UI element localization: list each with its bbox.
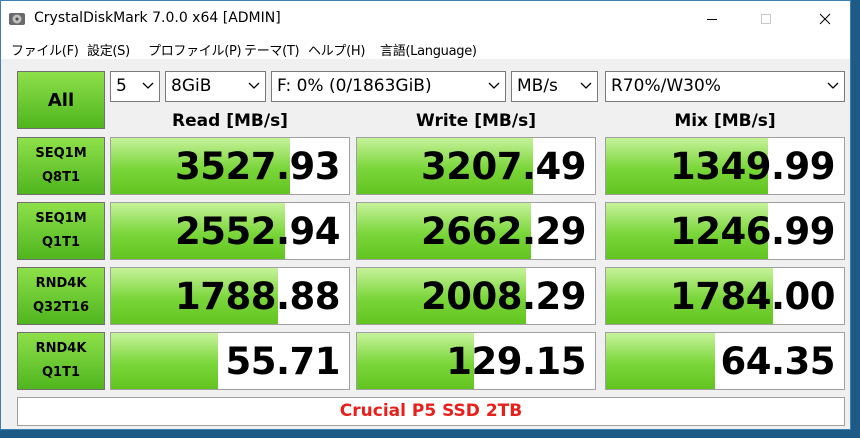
- menu-profile[interactable]: プロファイル(P): [148, 40, 242, 59]
- comment-field[interactable]: Crucial P5 SSD 2TB: [17, 397, 845, 426]
- result-cell-mix: 1784.00: [605, 267, 845, 325]
- desktop-background: [851, 0, 860, 438]
- desktop-background-bottom: [0, 430, 860, 438]
- test-label-line1: RND4K: [35, 276, 87, 291]
- test-button-seq1m-q8t1[interactable]: SEQ1M Q8T1: [17, 137, 105, 195]
- unit-select[interactable]: MB/s: [511, 71, 598, 102]
- menu-settings[interactable]: 設定(S): [87, 40, 130, 59]
- test-size-select[interactable]: 8GiB: [165, 71, 266, 102]
- test-button-rnd4k-q32t16[interactable]: RND4K Q32T16: [17, 267, 105, 325]
- menu-file[interactable]: ファイル(F): [11, 40, 79, 59]
- result-value: 2008.29: [420, 275, 587, 318]
- maximize-button: [743, 1, 789, 37]
- result-cell-write: 2662.29: [356, 202, 596, 260]
- window-title: CrystalDiskMark 7.0.0 x64 [ADMIN]: [34, 10, 281, 26]
- test-label-line1: SEQ1M: [35, 211, 87, 226]
- chevron-down-icon: [142, 82, 154, 89]
- result-bar: [111, 333, 219, 389]
- app-window: CrystalDiskMark 7.0.0 x64 [ADMIN] ファイル(F…: [0, 0, 851, 430]
- chevron-down-icon: [248, 82, 260, 89]
- result-cell-mix: 64.35: [605, 332, 845, 390]
- close-icon: [819, 13, 831, 25]
- run-all-button[interactable]: All: [17, 71, 105, 129]
- result-value: 2662.29: [420, 210, 587, 253]
- result-cell-mix: 1349.99: [605, 137, 845, 195]
- test-count-select[interactable]: 5: [110, 71, 160, 102]
- result-value: 1788.88: [174, 275, 341, 318]
- minimize-icon: [707, 19, 717, 20]
- menu-bar: ファイル(F) 設定(S) プロファイル(P) テーマ(T) ヘルプ(H) 言語…: [1, 37, 850, 59]
- result-value: 3207.49: [420, 145, 587, 188]
- chevron-down-icon: [488, 82, 500, 89]
- result-bar: [606, 333, 716, 389]
- column-header-read: Read [MB/s]: [172, 111, 288, 131]
- minimize-button[interactable]: [689, 1, 735, 37]
- result-value: 1784.00: [669, 275, 836, 318]
- result-cell-write: 129.15: [356, 332, 596, 390]
- result-cell-mix: 1246.99: [605, 202, 845, 260]
- menu-language[interactable]: 言語(Language): [380, 40, 477, 59]
- drive-select[interactable]: F: 0% (0/1863GiB): [271, 71, 506, 102]
- test-size-value: 8GiB: [171, 76, 212, 96]
- result-cell-read: 3527.93: [110, 137, 350, 195]
- test-label-line2: Q8T1: [41, 170, 80, 185]
- test-button-seq1m-q1t1[interactable]: SEQ1M Q1T1: [17, 202, 105, 260]
- test-label-line2: Q32T16: [32, 300, 90, 315]
- unit-value: MB/s: [517, 76, 558, 96]
- chevron-down-icon: [827, 82, 839, 89]
- test-count-value: 5: [116, 76, 127, 96]
- menu-theme[interactable]: テーマ(T): [244, 40, 300, 59]
- test-label-line1: SEQ1M: [35, 146, 87, 161]
- mix-ratio-value: R70%/W30%: [611, 76, 721, 96]
- result-value: 1349.99: [669, 145, 836, 188]
- maximize-icon: [761, 14, 771, 24]
- chevron-down-icon: [580, 82, 592, 89]
- result-value: 129.15: [446, 340, 586, 383]
- title-bar[interactable]: CrystalDiskMark 7.0.0 x64 [ADMIN]: [1, 1, 850, 37]
- result-value: 1246.99: [669, 210, 836, 253]
- column-header-mix: Mix [MB/s]: [674, 111, 776, 131]
- test-label-line2: Q1T1: [41, 365, 80, 380]
- close-button[interactable]: [802, 1, 848, 37]
- mix-ratio-select[interactable]: R70%/W30%: [605, 71, 845, 102]
- column-header-write: Write [MB/s]: [416, 111, 536, 131]
- test-button-rnd4k-q1t1[interactable]: RND4K Q1T1: [17, 332, 105, 390]
- result-value: 3527.93: [174, 145, 341, 188]
- drive-value: F: 0% (0/1863GiB): [277, 76, 432, 96]
- test-label-line1: RND4K: [35, 341, 87, 356]
- result-value: 64.35: [720, 340, 835, 383]
- result-cell-read: 2552.94: [110, 202, 350, 260]
- result-value: 55.71: [225, 340, 340, 383]
- crystaldiskmark-app-icon: [9, 13, 25, 25]
- test-label-line2: Q1T1: [41, 235, 80, 250]
- result-cell-read: 1788.88: [110, 267, 350, 325]
- result-cell-write: 2008.29: [356, 267, 596, 325]
- result-cell-read: 55.71: [110, 332, 350, 390]
- result-value: 2552.94: [174, 210, 341, 253]
- menu-help[interactable]: ヘルプ(H): [308, 40, 365, 59]
- result-cell-write: 3207.49: [356, 137, 596, 195]
